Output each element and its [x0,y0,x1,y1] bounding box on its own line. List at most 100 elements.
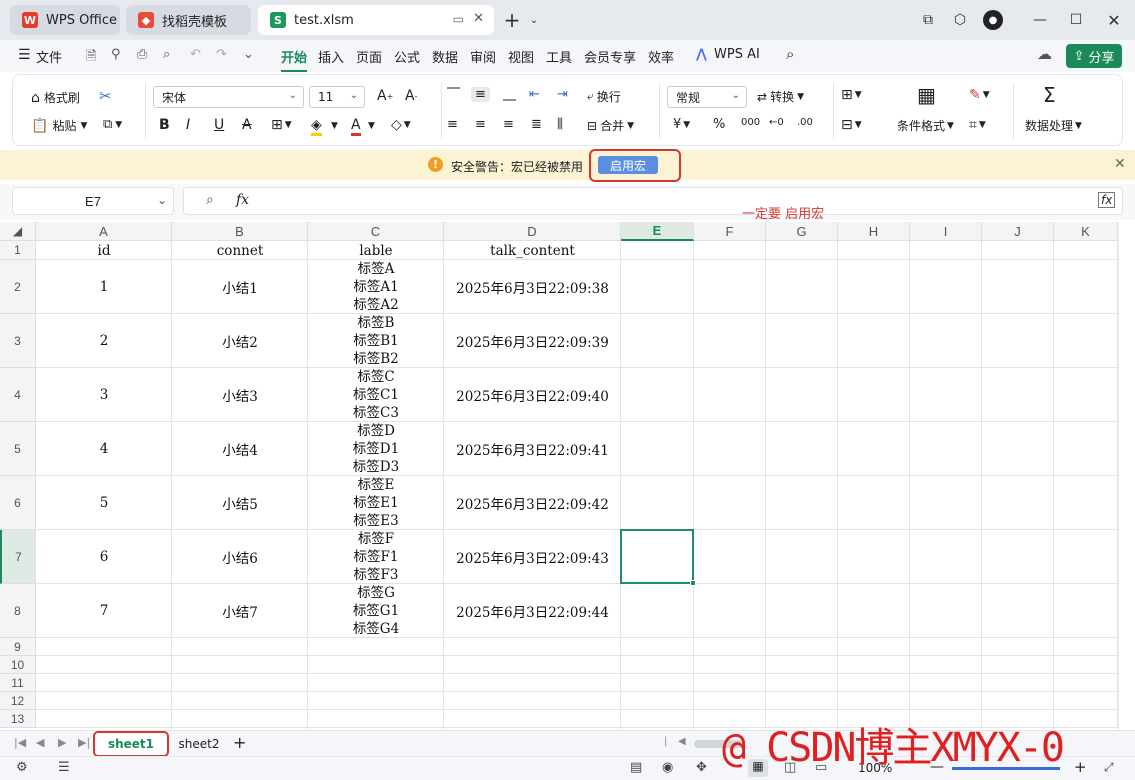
column-header[interactable]: D [444,222,621,241]
quick-access-chevron-icon[interactable]: ⌄ [243,47,254,62]
zoom-in-icon[interactable]: + [1074,758,1087,776]
header-cell[interactable]: id [36,241,172,260]
number-format-select[interactable]: 常规 ⌄ [667,86,747,108]
column-header[interactable]: H [838,222,910,241]
merge-button[interactable]: ⊟ 合并 ▼ [587,117,634,134]
strikethrough-button[interactable]: A [242,117,252,133]
new-tab-plus-icon[interactable]: + [502,8,522,32]
crop-icon[interactable]: ⌗ ▼ [969,117,986,133]
minimize-icon[interactable]: — [1030,10,1050,30]
add-sheet-icon[interactable]: + [233,733,246,752]
currency-icon[interactable]: ¥ ▼ [673,117,690,132]
tab-test-xlsm[interactable]: S test.xlsm ▭ ✕ [258,5,494,35]
italic-button[interactable]: I [186,117,190,133]
row-header[interactable]: 8 [0,584,36,638]
avatar[interactable]: ● [983,10,1003,30]
menu-item-formula[interactable]: 公式 [394,47,420,66]
wrap-text-button[interactable]: ⤶ 换行 [587,88,621,105]
indent-decrease-icon[interactable]: ⇤ [529,87,540,102]
column-header[interactable]: F [694,222,766,241]
row-header[interactable]: 13 [0,710,36,728]
row-header[interactable]: 7 [0,530,36,584]
border-icon[interactable]: ⊞ ▼ [271,117,292,133]
cell-style-icon[interactable]: ✎ ▼ [969,87,990,103]
cell-connet[interactable]: 小结7 [172,584,308,638]
spreadsheet-grid[interactable]: ◢ A B C D E F G H I J K 1 2 3 4 5 6 7 8 9 10 11 12 13 id connet lab… [0,222,1118,729]
select-all-corner[interactable]: ◢ [0,222,36,241]
tab-docer[interactable]: ◆ 找稻壳模板 [126,5,251,35]
chevron-down-icon[interactable]: ▼ [331,121,338,131]
cell-lable[interactable]: 标签G 标签G1 标签G4 [308,584,444,638]
cell-connet[interactable]: 小结3 [172,368,308,422]
close-icon[interactable]: ✕ [1114,156,1126,172]
window-mode-icon[interactable]: ⧉ [918,10,938,30]
row-header[interactable]: 10 [0,656,36,674]
percent-icon[interactable]: % [713,117,725,132]
cell-lable[interactable]: 标签D 标签D1 标签D3 [308,422,444,476]
font-color-icon[interactable]: A [351,117,361,136]
menu-item-review[interactable]: 审阅 [470,47,496,66]
maximize-icon[interactable]: ☐ [1066,10,1086,30]
cell-lable[interactable]: 标签E 标签E1 标签E3 [308,476,444,530]
menu-item-insert[interactable]: 插入 [318,47,344,66]
cell-talk-content[interactable]: 2025年6月3日22:09:44 [444,584,621,638]
fx-icon[interactable]: fx [236,192,249,208]
zoom-formula-icon[interactable]: ⌕ [206,192,214,208]
cell-connet[interactable]: 小结1 [172,260,308,314]
fullscreen-icon[interactable]: ⤢ [1104,760,1114,775]
window-mode-icon[interactable]: ▭ [453,12,464,26]
tab-wps-office[interactable]: W WPS Office [10,5,120,35]
bold-button[interactable]: B [159,117,170,133]
format-painter-button[interactable]: ⌂ 格式刷 [31,89,80,106]
focus-icon[interactable]: ✥ [696,760,707,775]
paste-button[interactable]: 📋 粘贴 ▼ [31,117,87,134]
cloud-upload-icon[interactable]: ☁ [1037,45,1052,63]
font-size-select[interactable]: 11 ⌄ [309,86,365,108]
clear-format-icon[interactable]: ◇ ▼ [391,117,411,133]
macro-record-icon[interactable]: ⚙ [16,760,28,775]
copy-icon[interactable]: ⧉ ▼ [103,117,122,132]
column-header[interactable]: C [308,222,444,241]
row-col-icon[interactable]: ⊞ ▼ [841,87,862,103]
conditional-format-button[interactable]: 条件格式 ▼ [897,117,954,134]
row-header[interactable]: 12 [0,692,36,710]
align-center-icon[interactable]: ≡ [475,117,486,132]
cell-lable[interactable]: 标签B 标签B1 标签B2 [308,314,444,368]
search-icon[interactable]: ⌕ [786,45,794,63]
cell-talk-content[interactable]: 2025年6月3日22:09:42 [444,476,621,530]
decrease-decimal-icon[interactable]: .00 [797,117,813,128]
convert-button[interactable]: ⇄ 转换 ▼ [757,88,804,105]
menu-item-start[interactable]: 开始 [281,47,308,72]
cell-connet[interactable]: 小结6 [172,530,308,584]
align-bottom-icon[interactable]: ⎽ [503,87,516,102]
cell-id[interactable]: 2 [36,314,172,368]
column-header[interactable]: G [766,222,838,241]
menu-item-view[interactable]: 视图 [508,47,534,66]
row-header[interactable]: 4 [0,368,36,422]
cell-id[interactable]: 5 [36,476,172,530]
cell-connet[interactable]: 小结4 [172,422,308,476]
cell-talk-content[interactable]: 2025年6月3日22:09:43 [444,530,621,584]
row-header[interactable]: 11 [0,674,36,692]
cell-talk-content[interactable]: 2025年6月3日22:09:38 [444,260,621,314]
row-header[interactable]: 6 [0,476,36,530]
close-tab-icon[interactable]: ✕ [473,11,484,26]
chevron-down-icon[interactable]: ▼ [368,121,375,131]
row-header[interactable]: 1 [0,241,36,260]
redo-icon[interactable]: ↷ [216,47,227,62]
cell-id[interactable]: 3 [36,368,172,422]
menu-item-tools[interactable]: 工具 [546,47,572,66]
font-family-select[interactable]: 宋体 ⌄ [153,86,304,108]
menu-item-data[interactable]: 数据 [432,47,458,66]
increase-decimal-icon[interactable]: ←0 [769,117,784,128]
menu-item-page[interactable]: 页面 [356,47,382,66]
cell-connet[interactable]: 小结2 [172,314,308,368]
header-cell[interactable]: talk_content [444,241,621,260]
row-header[interactable]: 9 [0,638,36,656]
align-right-icon[interactable]: ≡ [503,117,514,132]
align-middle-icon[interactable]: ≡ [471,87,490,102]
undo-icon[interactable]: ↶ [190,47,201,62]
conditional-format-icon[interactable]: ▦ [917,83,936,107]
row-header[interactable]: 2 [0,260,36,314]
cell-id[interactable]: 6 [36,530,172,584]
